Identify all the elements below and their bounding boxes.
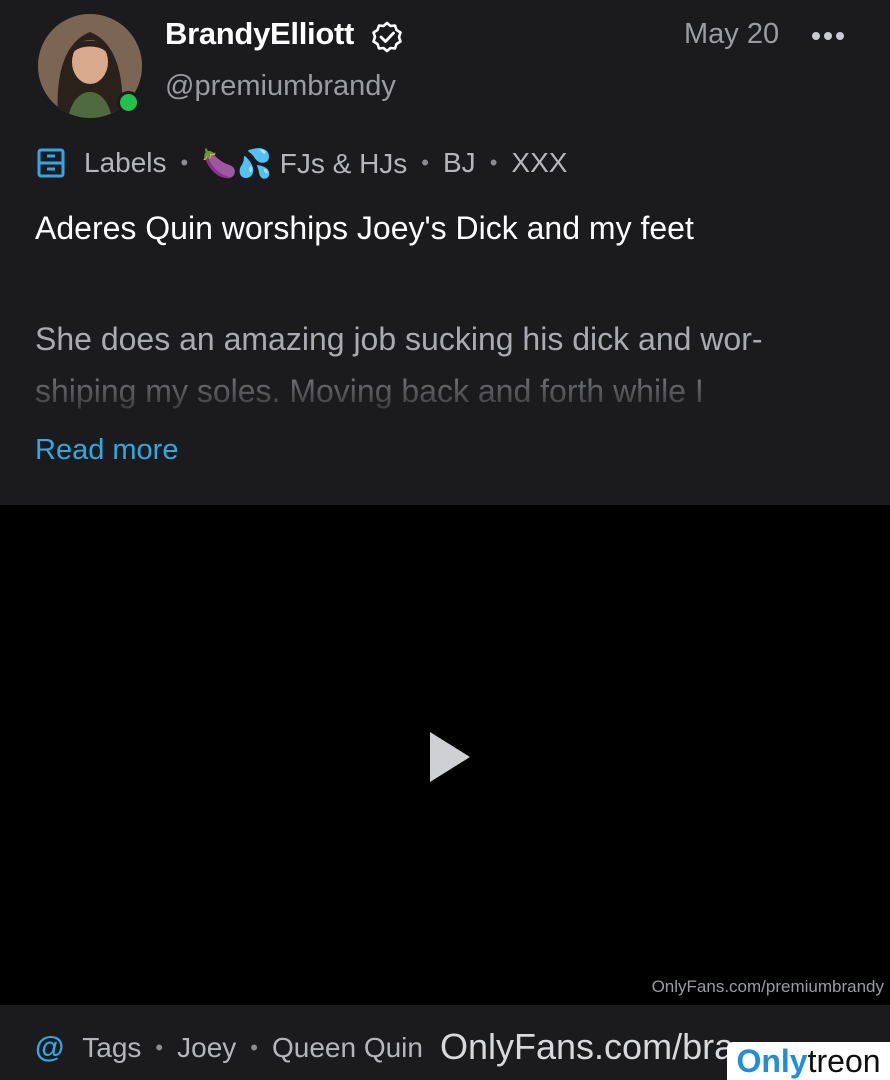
tag-chip[interactable]: Joey [177,1032,236,1064]
separator-dot: • [250,1035,258,1060]
labels-title[interactable]: Labels [84,147,167,179]
labels-row: Labels • 🍆💦 FJs & HJs • BJ • XXX [35,143,567,183]
archive-drawer-icon [37,148,65,178]
brand-treon-text: treon [807,1042,881,1079]
label-chip[interactable]: BJ [443,147,476,179]
author-handle[interactable]: @premiumbrandy [165,70,396,103]
separator-dot: • [421,150,429,175]
at-sign-icon: @ [35,1031,65,1064]
video-watermark: OnlyFans.com/premiumbrandy [651,977,884,996]
text-fade-overlay [0,360,890,420]
label-chip[interactable]: XXX [511,147,567,179]
video-player[interactable]: OnlyFans.com/premiumbrandy [0,505,890,1005]
tags-title[interactable]: Tags [82,1032,141,1064]
post-title: Aderes Quin worships Joey's Dick and my … [35,210,694,246]
post-date: May 20 [684,18,780,50]
overlay-url-watermark: OnlyFans.com/bra [440,1026,735,1067]
verified-badge-icon [372,21,402,53]
tags-row: @ Tags • Joey • Queen Quin [35,1028,423,1068]
separator-dot: • [155,1035,164,1060]
separator-dot: • [180,150,189,175]
online-status-dot [117,91,140,114]
tag-chip[interactable]: Queen Quin [272,1032,423,1064]
read-more-link[interactable]: Read more [35,434,178,467]
post-header: BrandyElliott @premiumbrandy May 20 [0,0,890,135]
brand-only-text: Only [736,1042,808,1079]
author-display-name[interactable]: BrandyElliott [165,16,354,52]
brand-watermark: Only treon [727,1042,890,1080]
more-horizontal-icon[interactable] [812,24,854,48]
label-chip[interactable]: 🍆💦 FJs & HJs [202,147,407,180]
play-icon[interactable] [428,730,472,784]
separator-dot: • [489,150,498,175]
